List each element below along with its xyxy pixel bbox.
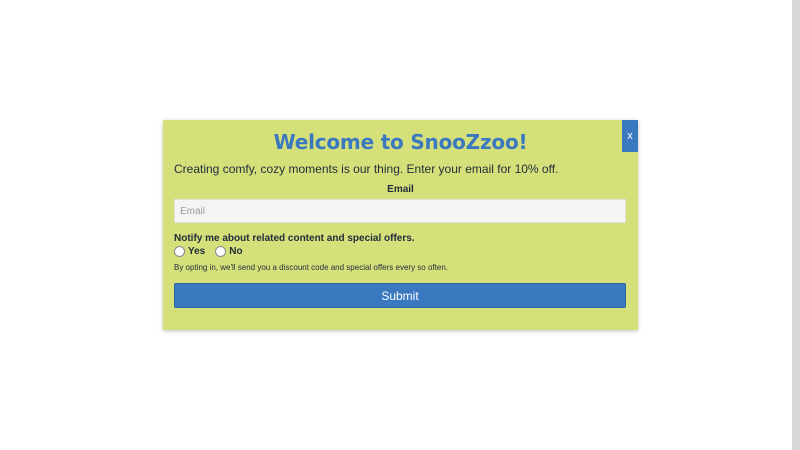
email-input[interactable] — [174, 199, 626, 223]
radio-option-yes[interactable]: Yes — [174, 246, 205, 257]
page-scrollbar[interactable] — [792, 0, 800, 450]
popup-title-container: Welcome to SnooZzoo! — [163, 130, 638, 154]
radio-no-label: No — [229, 246, 243, 257]
intro-text: Creating comfy, cozy moments is our thin… — [174, 162, 559, 176]
popup-title: Welcome to SnooZzoo! — [273, 130, 528, 154]
notify-label: Notify me about related content and spec… — [174, 233, 415, 244]
signup-popup: x Welcome to SnooZzoo! Creating comfy, c… — [163, 120, 638, 330]
radio-yes-label: Yes — [188, 246, 206, 257]
submit-button[interactable]: Submit — [174, 283, 626, 308]
page: x Welcome to SnooZzoo! Creating comfy, c… — [0, 0, 800, 450]
radio-yes[interactable] — [174, 246, 185, 257]
disclaimer-text: By opting in, we'll send you a discount … — [174, 263, 448, 272]
notify-options: Yes No — [174, 246, 253, 257]
email-label: Email — [387, 184, 414, 195]
radio-option-no[interactable]: No — [215, 246, 243, 257]
radio-no[interactable] — [215, 246, 227, 257]
